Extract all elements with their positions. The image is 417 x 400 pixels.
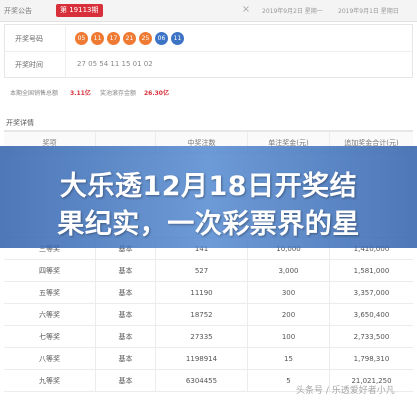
number-balls: 05 11 17 21 25 06 11 [75, 32, 184, 45]
table-cell: 1198914 [156, 348, 248, 370]
numbers-row: 开奖号码 05 11 17 21 25 06 11 [5, 26, 412, 52]
table-cell: 18752 [156, 304, 248, 326]
table-cell: 2,733,500 [353, 333, 390, 341]
table-cell: 六等奖 [4, 304, 96, 326]
headline-line-2: 果纪实，一次彩票界的星 [57, 209, 360, 240]
table-cell: 基本 [96, 326, 156, 348]
numbers-label: 开奖号码 [15, 35, 43, 43]
table-row: 七等奖 基本 27335 100 2,733,500 [4, 326, 413, 348]
table-row: 六等奖 基本 18752 200 3,650,400 [4, 304, 413, 326]
table-cell: 基本 [96, 282, 156, 304]
sales-label: 本期全国销售总额 [10, 90, 59, 97]
sales-summary: 本期全国销售总额 3.11亿 奖池滚存金额 26.30亿 [4, 84, 413, 100]
table-row: 五等奖 基本 11190 300 3,357,000 [4, 282, 413, 304]
table-cell: 1,581,000 [353, 267, 390, 275]
section-title: 开奖详情 [6, 119, 34, 127]
headline-line-1: 大乐透12月18日开奖结 [59, 171, 358, 202]
close-icon[interactable]: × [240, 4, 252, 16]
table-cell: 3,650,400 [353, 311, 390, 319]
pool-label: 奖池滚存金额 [100, 90, 137, 97]
table-cell: 九等奖 [4, 370, 96, 392]
sales-value: 3.11亿 [70, 90, 91, 97]
number-ball: 11 [171, 32, 184, 45]
time-value: 27 05 54 11 15 01 02 [77, 60, 153, 68]
divider [65, 26, 66, 51]
draw-date-current: 2019年9月2日 星期一 [262, 8, 323, 15]
table-cell: 15 [248, 348, 330, 370]
top-bar: 开奖公告 第 19113期 × 2019年9月2日 星期一 2019年9月1日 … [0, 0, 417, 22]
issue-badge[interactable]: 第 19113期 [56, 4, 103, 17]
pool-value: 26.30亿 [144, 90, 169, 97]
watermark-text: 头条号 / 乐透爱好者小凡 [296, 386, 395, 396]
draw-info-panel: 开奖号码 05 11 17 21 25 06 11 开奖时间 27 05 54 … [4, 24, 413, 78]
table-cell: 100 [248, 326, 330, 348]
table-cell: 基本 [96, 348, 156, 370]
number-ball: 25 [139, 32, 152, 45]
table-cell: 五等奖 [4, 282, 96, 304]
number-ball: 17 [107, 32, 120, 45]
headline-banner: 大乐透12月18日开奖结 果纪实，一次彩票界的星 [0, 146, 417, 248]
table-cell: 基本 [96, 260, 156, 282]
table-cell: 七等奖 [4, 326, 96, 348]
table-cell: 6304455 [156, 370, 248, 392]
table-cell: 八等奖 [4, 348, 96, 370]
table-cell: 3,000 [248, 260, 330, 282]
time-row: 开奖时间 27 05 54 11 15 01 02 [5, 52, 412, 78]
table-cell: 300 [248, 282, 330, 304]
draw-date-previous[interactable]: 2019年9月1日 星期日 [338, 6, 399, 15]
table-cell: 基本 [96, 304, 156, 326]
divider [65, 52, 66, 78]
table-cell: 基本 [96, 370, 156, 392]
table-cell: 3,357,000 [353, 289, 390, 297]
number-ball: 05 [75, 32, 88, 45]
number-ball: 11 [91, 32, 104, 45]
table-cell: 1,798,310 [353, 355, 390, 363]
table-cell: 527 [156, 260, 248, 282]
brand-label: 开奖公告 [4, 7, 32, 15]
table-cell: 四等奖 [4, 260, 96, 282]
time-label: 开奖时间 [15, 61, 43, 69]
table-cell: 11190 [156, 282, 248, 304]
table-cell: 27335 [156, 326, 248, 348]
number-ball: 21 [123, 32, 136, 45]
table-row: 八等奖 基本 1198914 15 1,798,310 [4, 348, 413, 370]
table-row: 四等奖 基本 527 3,000 1,581,000 [4, 260, 413, 282]
number-ball: 06 [155, 32, 168, 45]
section-heading: 开奖详情 [4, 116, 413, 132]
table-cell: 200 [248, 304, 330, 326]
